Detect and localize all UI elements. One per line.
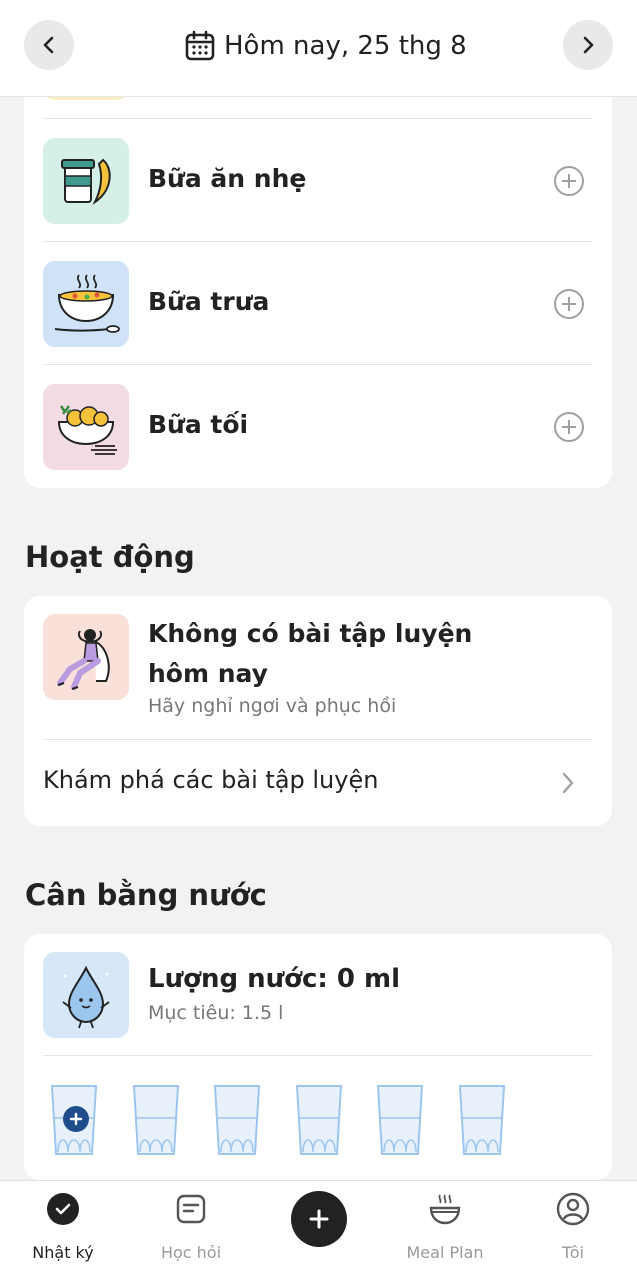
water-glass[interactable]	[213, 1084, 261, 1156]
divider	[43, 364, 593, 365]
water-intake-title: Lượng nước: 0 ml	[148, 964, 401, 994]
glass-icon	[213, 1085, 261, 1155]
water-glass[interactable]	[132, 1084, 180, 1156]
tab-label: Nhật ký	[32, 1243, 94, 1262]
top-bar: Hôm nay, 25 thg 8	[0, 0, 637, 97]
tab-label: Học hỏi	[160, 1243, 222, 1262]
no-workout-subtitle: Hãy nghỉ ngơi và phục hồi	[148, 695, 397, 717]
water-card: Lượng nước: 0 ml Mục tiêu: 1.5 l	[24, 934, 612, 1180]
date-label: Hôm nay, 25 thg 8	[224, 31, 467, 61]
meal-label-snack: Bữa ăn nhẹ	[148, 164, 307, 193]
activity-section-title: Hoạt động	[25, 540, 195, 574]
water-section-title: Cân bằng nước	[25, 878, 267, 912]
chevron-right-icon	[562, 772, 574, 794]
glass-icon	[132, 1085, 179, 1155]
glass-icon	[295, 1085, 342, 1155]
glass-icon	[458, 1085, 505, 1155]
snack-coffee-banana-icon	[43, 138, 129, 224]
plus-icon	[309, 1209, 329, 1229]
chevron-left-icon	[43, 36, 54, 54]
date-selector[interactable]: Hôm nay, 25 thg 8	[184, 26, 467, 66]
meal-label-dinner: Bữa tối	[148, 410, 249, 439]
pasta-plate-icon	[43, 384, 129, 470]
tab-diary[interactable]: Nhật ký	[8, 1191, 118, 1271]
tab-label: Tôi	[562, 1243, 584, 1262]
next-day-button[interactable]	[563, 20, 613, 70]
tab-learn[interactable]: Học hỏi	[136, 1191, 246, 1271]
add-snack-icon[interactable]	[553, 165, 585, 197]
add-water-button[interactable]	[63, 1106, 89, 1132]
tab-profile[interactable]: Tôi	[518, 1191, 628, 1271]
no-workout-title: Không có bài tập luyện hôm nay	[148, 619, 473, 688]
check-circle-icon	[45, 1191, 81, 1227]
tab-meal-plan[interactable]: Meal Plan	[390, 1191, 500, 1271]
water-glass[interactable]	[376, 1084, 424, 1156]
meals-card: Bữa ăn nhẹ Bữa trưa Bữa tối	[24, 60, 612, 488]
activity-card: Không có bài tập luyện hôm nay Hãy nghỉ …	[24, 596, 612, 826]
water-glass[interactable]	[50, 1084, 98, 1156]
calendar-icon	[185, 30, 215, 61]
soup-bowl-icon	[43, 261, 129, 347]
divider	[43, 739, 593, 740]
divider	[43, 118, 593, 119]
divider	[43, 1055, 593, 1056]
bottom-tab-bar: Nhật ký Học hỏi Meal Plan Tôi	[0, 1180, 637, 1280]
previous-day-button[interactable]	[24, 20, 74, 70]
document-icon	[173, 1191, 209, 1227]
chevron-right-icon	[583, 36, 594, 54]
add-dinner-icon[interactable]	[553, 411, 585, 443]
water-goal-label: Mục tiêu: 1.5 l	[148, 1002, 284, 1024]
resting-person-icon	[43, 614, 129, 700]
water-drop-icon	[43, 952, 129, 1038]
add-lunch-icon[interactable]	[553, 288, 585, 320]
water-glass[interactable]	[458, 1084, 506, 1156]
add-entry-button[interactable]	[291, 1191, 347, 1247]
profile-icon	[555, 1191, 591, 1227]
bowl-icon	[427, 1191, 463, 1227]
tab-label: Meal Plan	[406, 1243, 484, 1262]
divider	[43, 241, 593, 242]
meal-label-lunch: Bữa trưa	[148, 287, 270, 316]
explore-workouts-label: Khám phá các bài tập luyện	[43, 766, 379, 794]
water-glass[interactable]	[295, 1084, 343, 1156]
glass-icon	[376, 1085, 424, 1155]
plus-icon	[69, 1112, 83, 1126]
